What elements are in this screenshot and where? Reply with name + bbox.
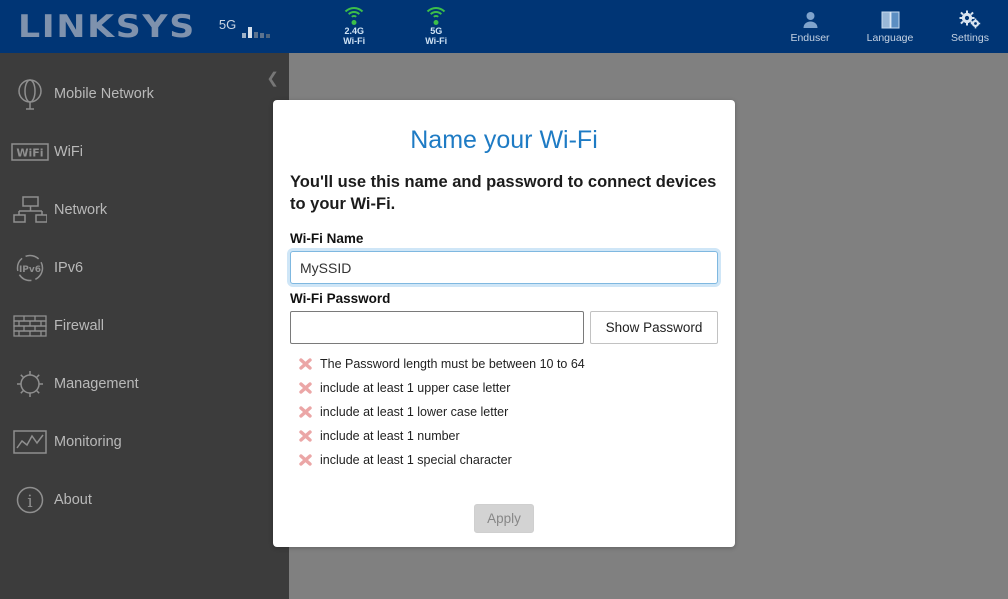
header-item-settings-label: Settings [951, 32, 989, 44]
dialog-subtitle: You'll use this name and password to con… [290, 173, 717, 213]
show-password-button[interactable]: Show Password [590, 311, 718, 344]
wifi-box-icon: WiFi [10, 135, 50, 169]
password-rule-item: include at least 1 number [294, 424, 718, 448]
sidebar-item-management-label: Management [54, 376, 139, 392]
header-item-settings[interactable]: Settings [942, 9, 998, 44]
password-rule-text: The Password length must be between 10 t… [320, 357, 585, 371]
password-rule-text: include at least 1 lower case letter [320, 405, 509, 419]
svg-text:i: i [27, 492, 33, 512]
sidebar-item-monitoring-label: Monitoring [54, 434, 122, 450]
red-x-icon [294, 451, 316, 469]
sidebar-item-management[interactable]: Management [0, 355, 289, 413]
mobile-network-label: 5G [218, 16, 237, 32]
info-circle-icon: i [10, 483, 50, 517]
sidebar-item-wifi-label: WiFi [54, 144, 83, 160]
red-x-icon [294, 427, 316, 445]
wifi-password-row: Show Password [290, 311, 718, 344]
password-rule-text: include at least 1 special character [320, 453, 512, 467]
wifi-badge-5g-line2: Wi-Fi [425, 35, 448, 46]
sidebar-item-about-label: About [54, 492, 92, 508]
linksys-logo: LINKSYS [18, 8, 196, 45]
sidebar-item-monitoring[interactable]: Monitoring [0, 413, 289, 471]
wifi-password-input[interactable] [290, 311, 584, 344]
header-item-language-label: Language [866, 32, 914, 44]
password-rule-item: include at least 1 special character [294, 448, 718, 472]
dialog-actions: Apply [290, 504, 718, 533]
wifi-name-input[interactable] [290, 251, 718, 284]
chart-line-icon [10, 425, 50, 459]
red-x-icon [294, 379, 316, 397]
password-rules-list: The Password length must be between 10 t… [294, 352, 718, 472]
user-icon [802, 9, 819, 30]
firewall-brick-icon [10, 309, 50, 343]
gears-icon [959, 9, 981, 30]
mobile-network-status: 5G [218, 7, 271, 47]
sidebar-item-ipv6[interactable]: IPv6 IPv6 [0, 239, 289, 297]
sidebar-item-mobile-network-label: Mobile Network [54, 86, 154, 102]
sidebar-item-network[interactable]: Network [0, 181, 289, 239]
sidebar-item-firewall[interactable]: Firewall [0, 297, 289, 355]
wifi-name-label: Wi-Fi Name [290, 231, 364, 246]
wifi-signal-icon [421, 7, 451, 26]
wifi-password-label: Wi-Fi Password [290, 291, 391, 306]
wifi-badge-24g-line2: Wi-Fi [343, 35, 366, 46]
gear-icon [10, 367, 50, 401]
password-rule-item: include at least 1 upper case letter [294, 376, 718, 400]
red-x-icon [294, 355, 316, 373]
sidebar-item-firewall-label: Firewall [54, 318, 104, 334]
signal-bars-icon [242, 24, 271, 38]
sidebar-collapse-button[interactable]: ❮ [266, 71, 279, 86]
svg-text:IPv6: IPv6 [19, 265, 41, 275]
sidebar-item-about[interactable]: i About [0, 471, 289, 529]
header-item-enduser-label: Enduser [790, 32, 830, 44]
password-rule-text: include at least 1 upper case letter [320, 381, 511, 395]
sidebar-item-wifi[interactable]: WiFi WiFi [0, 123, 289, 181]
dialog-title: Name your Wi-Fi [410, 126, 598, 154]
wifi-status-group: 2.4G Wi-Fi 5G Wi-Fi [330, 7, 460, 46]
sidebar-item-ipv6-label: IPv6 [54, 260, 84, 276]
apply-button[interactable]: Apply [474, 504, 534, 533]
red-x-icon [294, 403, 316, 421]
name-your-wifi-dialog: Name your Wi-Fi You'll use this name and… [273, 100, 735, 547]
header-item-enduser[interactable]: Enduser [782, 9, 838, 44]
sidebar-nav: ❮ Mobile Network WiFi WiFi Network IPv6 … [0, 53, 289, 599]
sidebar-item-mobile-network[interactable]: Mobile Network [0, 65, 289, 123]
wifi-badge-5g: 5G Wi-Fi [412, 7, 460, 46]
language-book-icon [881, 9, 900, 30]
globe-icon [10, 77, 50, 111]
sidebar-item-network-label: Network [54, 202, 108, 218]
network-topology-icon [10, 193, 50, 227]
header-item-language[interactable]: Language [862, 9, 918, 44]
top-header-bar: LINKSYS 5G 2.4G Wi-Fi 5G Wi-Fi Enduser L… [0, 0, 1008, 53]
svg-text:WiFi: WiFi [16, 147, 43, 160]
password-rule-text: include at least 1 number [320, 429, 460, 443]
ipv6-circle-icon: IPv6 [10, 251, 50, 285]
wifi-badge-24g: 2.4G Wi-Fi [330, 7, 378, 46]
password-rule-item: include at least 1 lower case letter [294, 400, 718, 424]
header-actions: Enduser Language Settings [782, 9, 998, 44]
wifi-signal-icon [339, 7, 369, 26]
password-rule-item: The Password length must be between 10 t… [294, 352, 718, 376]
